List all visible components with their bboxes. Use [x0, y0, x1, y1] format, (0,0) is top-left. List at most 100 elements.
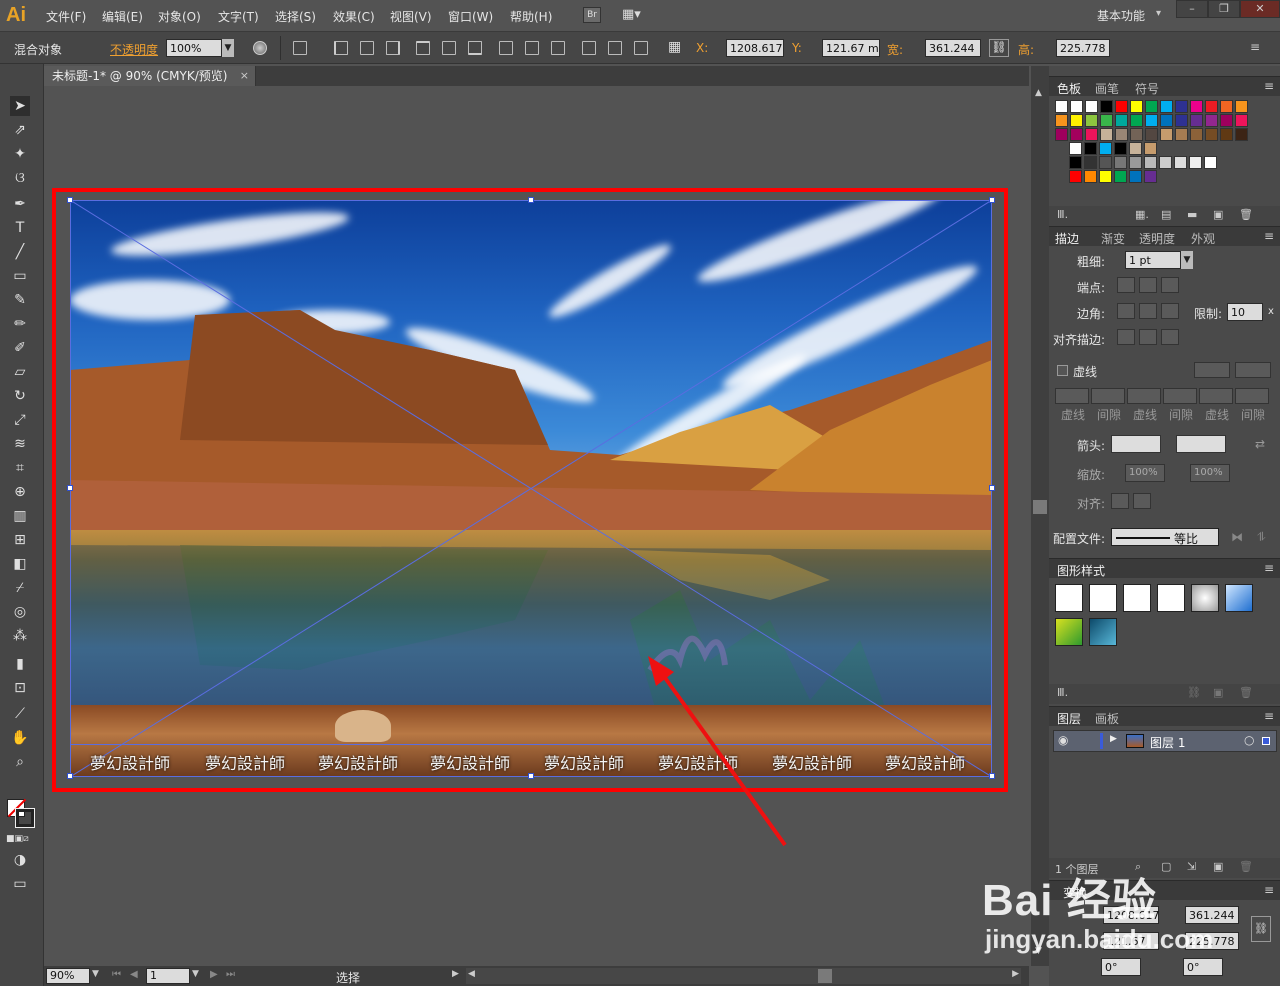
pencil-tool-icon[interactable]: ✏: [10, 314, 30, 334]
color-swatch[interactable]: [1144, 156, 1157, 169]
recolor-artwork-icon[interactable]: [253, 41, 267, 55]
x-field[interactable]: 1208.617: [726, 39, 784, 57]
symbol-sprayer-tool-icon[interactable]: ⁂: [10, 626, 30, 646]
dash-field[interactable]: [1199, 388, 1233, 404]
color-swatch[interactable]: [1130, 128, 1143, 141]
color-swatch[interactable]: [1189, 156, 1202, 169]
scroll-left-icon[interactable]: ◀: [468, 969, 475, 979]
color-swatch[interactable]: [1084, 142, 1097, 155]
visibility-eye-icon[interactable]: ◉: [1058, 733, 1068, 747]
opacity-field[interactable]: 100%: [166, 39, 222, 57]
color-swatch[interactable]: [1114, 142, 1127, 155]
shape-builder-tool-icon[interactable]: ⊕: [10, 482, 30, 502]
color-swatch[interactable]: [1129, 142, 1142, 155]
color-swatch[interactable]: [1130, 100, 1143, 113]
color-swatch[interactable]: [1055, 100, 1068, 113]
color-swatch[interactable]: [1235, 100, 1248, 113]
color-swatch[interactable]: [1114, 170, 1127, 183]
document-tab[interactable]: 未标题-1* @ 90% (CMYK/预览) ×: [44, 66, 256, 86]
shear-field[interactable]: 0°: [1183, 958, 1223, 976]
restore-button[interactable]: ❐: [1208, 0, 1240, 18]
color-swatch[interactable]: [1085, 128, 1098, 141]
swatch-options-icon[interactable]: ▤: [1161, 208, 1171, 221]
artboard-number-field[interactable]: 1: [146, 968, 190, 984]
opacity-label[interactable]: 不透明度: [110, 41, 158, 58]
dashed-line-checkbox[interactable]: [1057, 365, 1068, 376]
align-left-icon[interactable]: [334, 41, 348, 55]
color-swatch[interactable]: [1069, 142, 1082, 155]
color-swatch[interactable]: [1070, 100, 1083, 113]
color-swatch[interactable]: [1160, 100, 1173, 113]
graphic-style-4[interactable]: [1157, 584, 1185, 612]
arrow-scale-end-field[interactable]: 100%: [1190, 464, 1230, 482]
target-icon[interactable]: ○: [1244, 733, 1254, 747]
graphic-style-6[interactable]: [1225, 584, 1253, 612]
color-swatch[interactable]: [1175, 100, 1188, 113]
graphic-style-default[interactable]: [1055, 584, 1083, 612]
panel-menu-icon[interactable]: ≡: [1264, 883, 1274, 897]
close-window-button[interactable]: ✕: [1240, 0, 1280, 18]
align-right-icon[interactable]: [386, 41, 400, 55]
color-swatch[interactable]: [1160, 114, 1173, 127]
status-menu-icon[interactable]: ▶: [452, 969, 459, 979]
panel-menu-icon[interactable]: ≡: [1264, 79, 1274, 93]
color-swatch[interactable]: [1055, 128, 1068, 141]
drawing-mode-icon[interactable]: ◑: [10, 850, 30, 870]
tab-brushes[interactable]: 画笔: [1095, 80, 1119, 97]
tab-gradient[interactable]: 渐变: [1101, 230, 1125, 247]
vertical-scroll-thumb[interactable]: [1033, 500, 1047, 514]
new-swatch-icon[interactable]: ▣: [1213, 208, 1223, 221]
dash-field[interactable]: [1055, 388, 1089, 404]
align-to-icon[interactable]: [293, 41, 307, 55]
distribute-left-icon[interactable]: [582, 41, 596, 55]
color-swatch[interactable]: [1159, 156, 1172, 169]
stroke-weight-dropdown-icon[interactable]: ▼: [1181, 251, 1193, 269]
color-swatch[interactable]: [1190, 128, 1203, 141]
gradient-tool-icon[interactable]: ◧: [10, 554, 30, 574]
arrow-align-place-icon[interactable]: [1133, 493, 1151, 509]
height-field[interactable]: 225.778: [1056, 39, 1110, 57]
clipping-mask-icon[interactable]: ▢: [1161, 860, 1171, 873]
control-panel-menu-icon[interactable]: ≡: [1250, 40, 1260, 54]
distribute-top-icon[interactable]: [499, 41, 513, 55]
align-stroke-inside-icon[interactable]: [1139, 329, 1157, 345]
butt-cap-icon[interactable]: [1117, 277, 1135, 293]
next-artboard-icon[interactable]: ▶: [210, 969, 218, 980]
arrow-align-extend-icon[interactable]: [1111, 493, 1129, 509]
flip-along-icon[interactable]: ⧓: [1231, 530, 1243, 544]
color-swatch[interactable]: [1115, 128, 1128, 141]
menu-file[interactable]: 文件(F): [46, 8, 86, 25]
graphic-style-5[interactable]: [1191, 584, 1219, 612]
tab-appearance[interactable]: 外观: [1191, 230, 1215, 247]
perspective-grid-tool-icon[interactable]: ▥: [10, 506, 30, 526]
color-swatch[interactable]: [1100, 114, 1113, 127]
color-swatch[interactable]: [1114, 156, 1127, 169]
tab-symbols[interactable]: 符号: [1135, 80, 1159, 97]
artboard-dropdown-icon[interactable]: ▼: [192, 969, 199, 979]
pen-tool-icon[interactable]: ✒: [10, 194, 30, 214]
swap-arrowheads-icon[interactable]: ⇄: [1255, 437, 1265, 451]
tab-transparency[interactable]: 透明度: [1139, 230, 1175, 247]
distribute-bottom-icon[interactable]: [551, 41, 565, 55]
color-swatch[interactable]: [1144, 170, 1157, 183]
constrain-link-icon[interactable]: ⛓: [1251, 916, 1271, 942]
y-field[interactable]: 121.67 m: [822, 39, 880, 57]
stroke-weight-field[interactable]: 1 pt: [1125, 251, 1181, 269]
eyedropper-tool-icon[interactable]: ⌿: [10, 578, 30, 598]
screen-mode-icon[interactable]: ▭: [10, 874, 30, 894]
tab-layers[interactable]: 图层: [1057, 710, 1081, 727]
color-swatch[interactable]: [1145, 114, 1158, 127]
color-swatch[interactable]: [1129, 156, 1142, 169]
expand-layer-icon[interactable]: ▶: [1110, 734, 1117, 744]
graphic-style-8[interactable]: [1089, 618, 1117, 646]
color-swatch[interactable]: [1100, 100, 1113, 113]
selection-tool-icon[interactable]: ➤: [10, 96, 30, 116]
opacity-dropdown-icon[interactable]: ▼: [222, 39, 234, 57]
blob-brush-tool-icon[interactable]: ✐: [10, 338, 30, 358]
first-artboard-icon[interactable]: ⏮: [112, 969, 121, 980]
layer-row[interactable]: ◉ ▶ 图层 1 ○: [1053, 730, 1277, 752]
zoom-dropdown-icon[interactable]: ▼: [92, 969, 99, 979]
rotate-tool-icon[interactable]: ↻: [10, 386, 30, 406]
arrow-scale-start-field[interactable]: 100%: [1125, 464, 1165, 482]
align-center-icon[interactable]: [360, 41, 374, 55]
